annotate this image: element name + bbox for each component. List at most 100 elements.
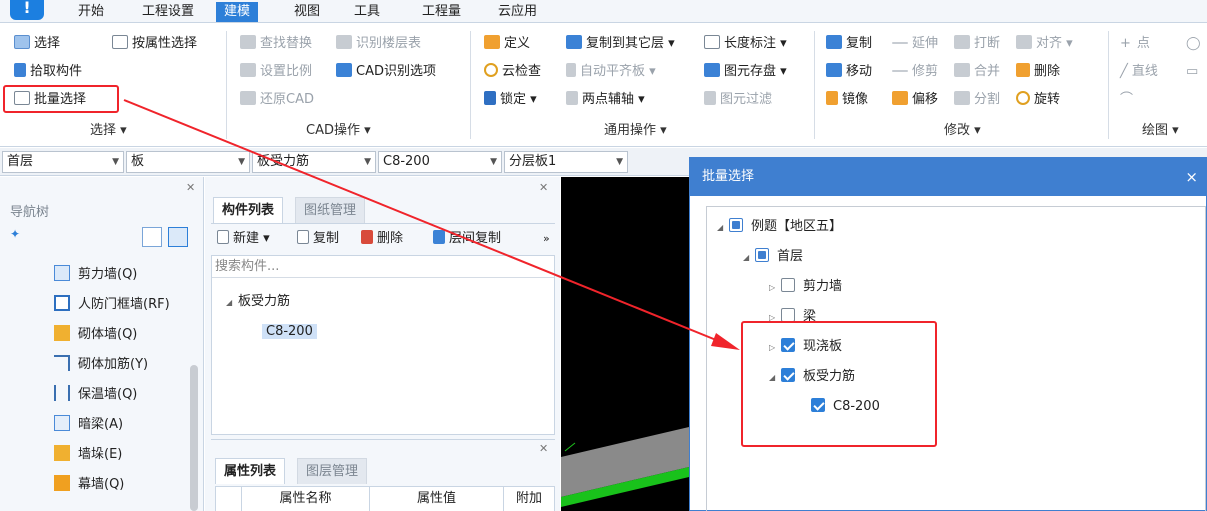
close-icon[interactable]: ✕ (539, 442, 548, 455)
menu-tools[interactable]: 工具 (346, 2, 388, 22)
draw-arc-icon[interactable]: ⌒ (1120, 89, 1133, 111)
nav-item-masonry-wall[interactable]: 砌体墙(Q) (54, 323, 137, 347)
menu-quantities[interactable]: 工程量 (414, 2, 469, 22)
nav-item-insulation-wall[interactable]: 保温墙(Q) (54, 383, 137, 407)
group-divider (1108, 31, 1109, 139)
sublayer-select[interactable]: 分层板1 ▼ (504, 151, 628, 173)
nav-item-shear-wall[interactable]: 剪力墙(Q) (54, 263, 137, 287)
list-view-icon[interactable] (142, 227, 162, 247)
batch-select-tree: ◢ 例题【地区五】 ◢ 首层 ▷ 剪力墙 ▷ 梁 ▷ 现浇板 ◢ 板受力筋 C8-200 (706, 206, 1206, 511)
sparkle-icon[interactable]: ✦ (10, 227, 20, 241)
component-toolbar: 新建 ▾ 复制 删除 层间复制 » (211, 223, 555, 253)
model-canvas[interactable] (561, 177, 689, 511)
trim-button[interactable]: 修剪 (892, 61, 938, 83)
copy-to-floor-button[interactable]: 复制到其它层 ▾ (566, 33, 675, 55)
cad-options-button[interactable]: CAD识别选项 (336, 61, 436, 83)
mirror-button[interactable]: 镜像 (826, 89, 868, 111)
copy-button[interactable]: 复制 (826, 33, 872, 55)
nav-item-curtain-wall[interactable]: 幕墙(Q) (54, 473, 124, 497)
find-replace-button[interactable]: 查找替换 (240, 33, 312, 55)
select-button[interactable]: 选择 (14, 33, 60, 55)
new-component-button[interactable]: 新建 ▾ (217, 228, 270, 250)
lock-button[interactable]: 锁定 ▾ (484, 89, 537, 111)
length-mark-button[interactable]: 长度标注 ▾ (704, 33, 787, 55)
project-checkbox[interactable] (729, 218, 743, 232)
cad-group-label[interactable]: CAD操作 ▾ (306, 121, 371, 141)
merge-icon (954, 63, 970, 77)
draw-point-button[interactable]: + 点 (1120, 33, 1150, 55)
set-scale-button[interactable]: 设置比例 (240, 61, 312, 83)
copy-icon (826, 35, 842, 49)
menu-project-settings[interactable]: 工程设置 (134, 2, 202, 22)
tree-leaf-c8-200[interactable]: C8-200 (262, 320, 317, 344)
tab-property-list[interactable]: 属性列表 (215, 458, 286, 484)
floor-copy-button[interactable]: 层间复制 (433, 228, 501, 250)
nav-item-hidden-beam[interactable]: 暗梁(A) (54, 413, 123, 437)
rotate-button[interactable]: 旋转 (1016, 89, 1060, 111)
common-group-label[interactable]: 通用操作 ▾ (604, 121, 667, 141)
select-by-attribute-button[interactable]: 按属性选择 (112, 33, 197, 55)
floor-select[interactable]: 首层 ▼ (2, 151, 124, 173)
component-list-panel: ✕ 构件列表 图纸管理 新建 ▾ 复制 删除 层间复制 » 搜索构件... ◢ 板… (205, 177, 560, 511)
expand-triangle-icon[interactable]: ◢ (717, 214, 729, 242)
copy-component-button[interactable]: 复制 (297, 228, 339, 250)
merge-button[interactable]: 合并 (954, 61, 1000, 83)
menu-cloud[interactable]: 云应用 (490, 2, 545, 22)
recognize-floor-table-button[interactable]: 识别楼层表 (336, 33, 421, 55)
menu-start[interactable]: 开始 (70, 2, 112, 22)
tree-node-first-floor[interactable]: ◢ 首层 (743, 243, 803, 271)
more-icon[interactable]: » (543, 228, 550, 250)
move-button[interactable]: 移动 (826, 61, 872, 83)
shear-wall-checkbox[interactable] (781, 278, 795, 292)
define-button[interactable]: 定义 (484, 33, 530, 55)
expand-triangle-icon[interactable]: ◢ (743, 244, 755, 272)
draw-circle-icon[interactable]: ◯ (1186, 33, 1201, 55)
tab-drawing-management[interactable]: 图纸管理 (295, 197, 366, 223)
break-button[interactable]: 打断 (954, 33, 1000, 55)
element-filter-button[interactable]: 图元过滤 (704, 89, 772, 111)
two-point-axis-button[interactable]: 两点辅轴 ▾ (566, 89, 645, 111)
nav-item-masonry-rebar[interactable]: 砌体加筋(Y) (54, 353, 148, 377)
tree-node-rebar-group[interactable]: ◢ 板受力筋 (226, 290, 290, 314)
tree-node-shear-wall[interactable]: ▷ 剪力墙 (769, 273, 842, 301)
delete-component-button[interactable]: 删除 (361, 228, 403, 250)
first-floor-checkbox[interactable] (755, 248, 769, 262)
cloud-check-button[interactable]: 云检查 (484, 61, 541, 83)
extend-button[interactable]: 延伸 (892, 33, 938, 55)
close-icon[interactable]: ✕ (539, 181, 548, 194)
tab-component-list[interactable]: 构件列表 (213, 197, 284, 223)
column-header-value: 属性值 (370, 487, 504, 511)
tree-node-project[interactable]: ◢ 例题【地区五】 (717, 213, 842, 241)
select-group-label[interactable]: 选择 ▾ (90, 121, 127, 141)
auto-level-slab-button[interactable]: 自动平齐板 ▾ (566, 61, 656, 83)
save-element-button[interactable]: 图元存盘 ▾ (704, 61, 787, 83)
restore-cad-button[interactable]: 还原CAD (240, 89, 314, 111)
close-icon[interactable]: × (1185, 158, 1198, 196)
beam-checkbox[interactable] (781, 308, 795, 322)
split-button[interactable]: 分割 (954, 89, 1000, 111)
type-select[interactable]: 板受力筋 ▼ (252, 151, 376, 173)
nav-item-wall-pier[interactable]: 墙垛(E) (54, 443, 122, 467)
collapse-triangle-icon[interactable]: ▷ (769, 274, 781, 302)
nav-scrollbar[interactable] (190, 365, 198, 511)
menu-view[interactable]: 视图 (286, 2, 328, 22)
delete-button[interactable]: 删除 (1016, 61, 1060, 83)
draw-group-label[interactable]: 绘图 ▾ (1142, 121, 1179, 141)
category-select[interactable]: 板 ▼ (126, 151, 250, 173)
close-icon[interactable]: ✕ (186, 181, 195, 194)
detail-view-icon[interactable] (168, 227, 188, 247)
dialog-title: 批量选择 (690, 158, 1207, 196)
spec-select[interactable]: C8-200 ▼ (378, 151, 502, 173)
search-input[interactable]: 搜索构件... (212, 256, 554, 278)
properties-panel: ✕ 属性列表 图层管理 属性名称 属性值 附加 (211, 439, 555, 511)
draw-line-button[interactable]: ╱ 直线 (1120, 61, 1158, 83)
offset-button[interactable]: 偏移 (892, 89, 938, 111)
pick-component-button[interactable]: 拾取构件 (14, 61, 82, 83)
tab-layer-management[interactable]: 图层管理 (297, 458, 368, 484)
modify-group-label[interactable]: 修改 ▾ (944, 121, 981, 141)
align-button[interactable]: 对齐 ▾ (1016, 33, 1073, 55)
expand-triangle-icon[interactable]: ◢ (226, 291, 238, 315)
draw-rect-icon[interactable]: ▭ (1186, 61, 1198, 83)
nav-item-civil-defense-door-wall[interactable]: 人防门框墙(RF) (54, 293, 170, 317)
menu-modeling[interactable]: 建模 (216, 2, 259, 22)
